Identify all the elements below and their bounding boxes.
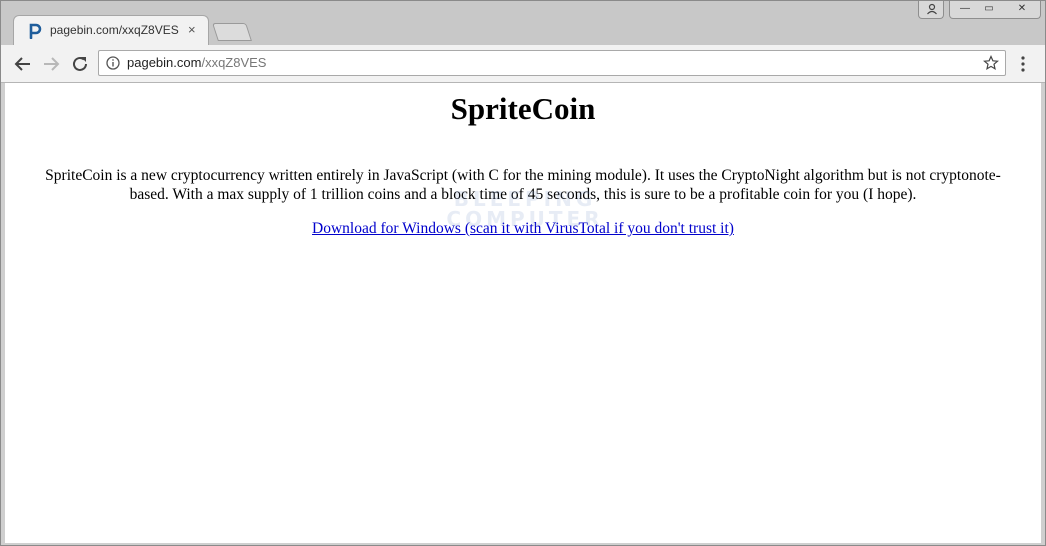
minimize-button[interactable]: — <box>952 2 978 16</box>
window-controls: — ▭ ✕ <box>949 1 1041 19</box>
user-icon <box>927 3 937 15</box>
arrow-right-icon[interactable] <box>40 53 62 75</box>
browser-window: pagebin.com/xxqZ8VES × — ▭ ✕ pagebin.com… <box>0 0 1046 546</box>
page-content: SpriteCoin SpriteCoin is a new cryptocur… <box>5 83 1041 543</box>
close-window-button[interactable]: ✕ <box>1006 2 1038 16</box>
watermark-line-1: BLEEPING <box>453 187 597 211</box>
url-text[interactable]: pagebin.com/xxqZ8VES <box>127 55 266 70</box>
address-bar[interactable]: pagebin.com/xxqZ8VES <box>98 50 1006 76</box>
tab-title: pagebin.com/xxqZ8VES <box>50 23 179 37</box>
browser-toolbar: pagebin.com/xxqZ8VES <box>1 45 1045 83</box>
kebab-menu-icon[interactable] <box>1015 55 1031 73</box>
url-host: pagebin.com <box>127 55 202 70</box>
star-icon[interactable] <box>983 55 999 71</box>
tab-pagebin[interactable]: pagebin.com/xxqZ8VES × <box>13 15 209 45</box>
new-tab-button[interactable] <box>212 23 252 41</box>
arrow-left-icon[interactable] <box>12 53 34 75</box>
tab-strip: pagebin.com/xxqZ8VES × — ▭ ✕ <box>1 1 1045 45</box>
watermark-logo: BLEEPING COMPUTER <box>435 189 615 229</box>
profile-button[interactable] <box>918 1 944 19</box>
page-title: SpriteCoin <box>450 91 596 126</box>
reload-icon[interactable] <box>69 53 91 75</box>
tab-close-icon[interactable]: × <box>188 22 196 38</box>
pagebin-p-icon <box>29 23 42 39</box>
maximize-button[interactable]: ▭ <box>976 2 1002 16</box>
watermark-line-2: COMPUTER <box>446 207 604 231</box>
url-path: /xxqZ8VES <box>201 55 267 70</box>
info-icon[interactable] <box>106 56 120 70</box>
